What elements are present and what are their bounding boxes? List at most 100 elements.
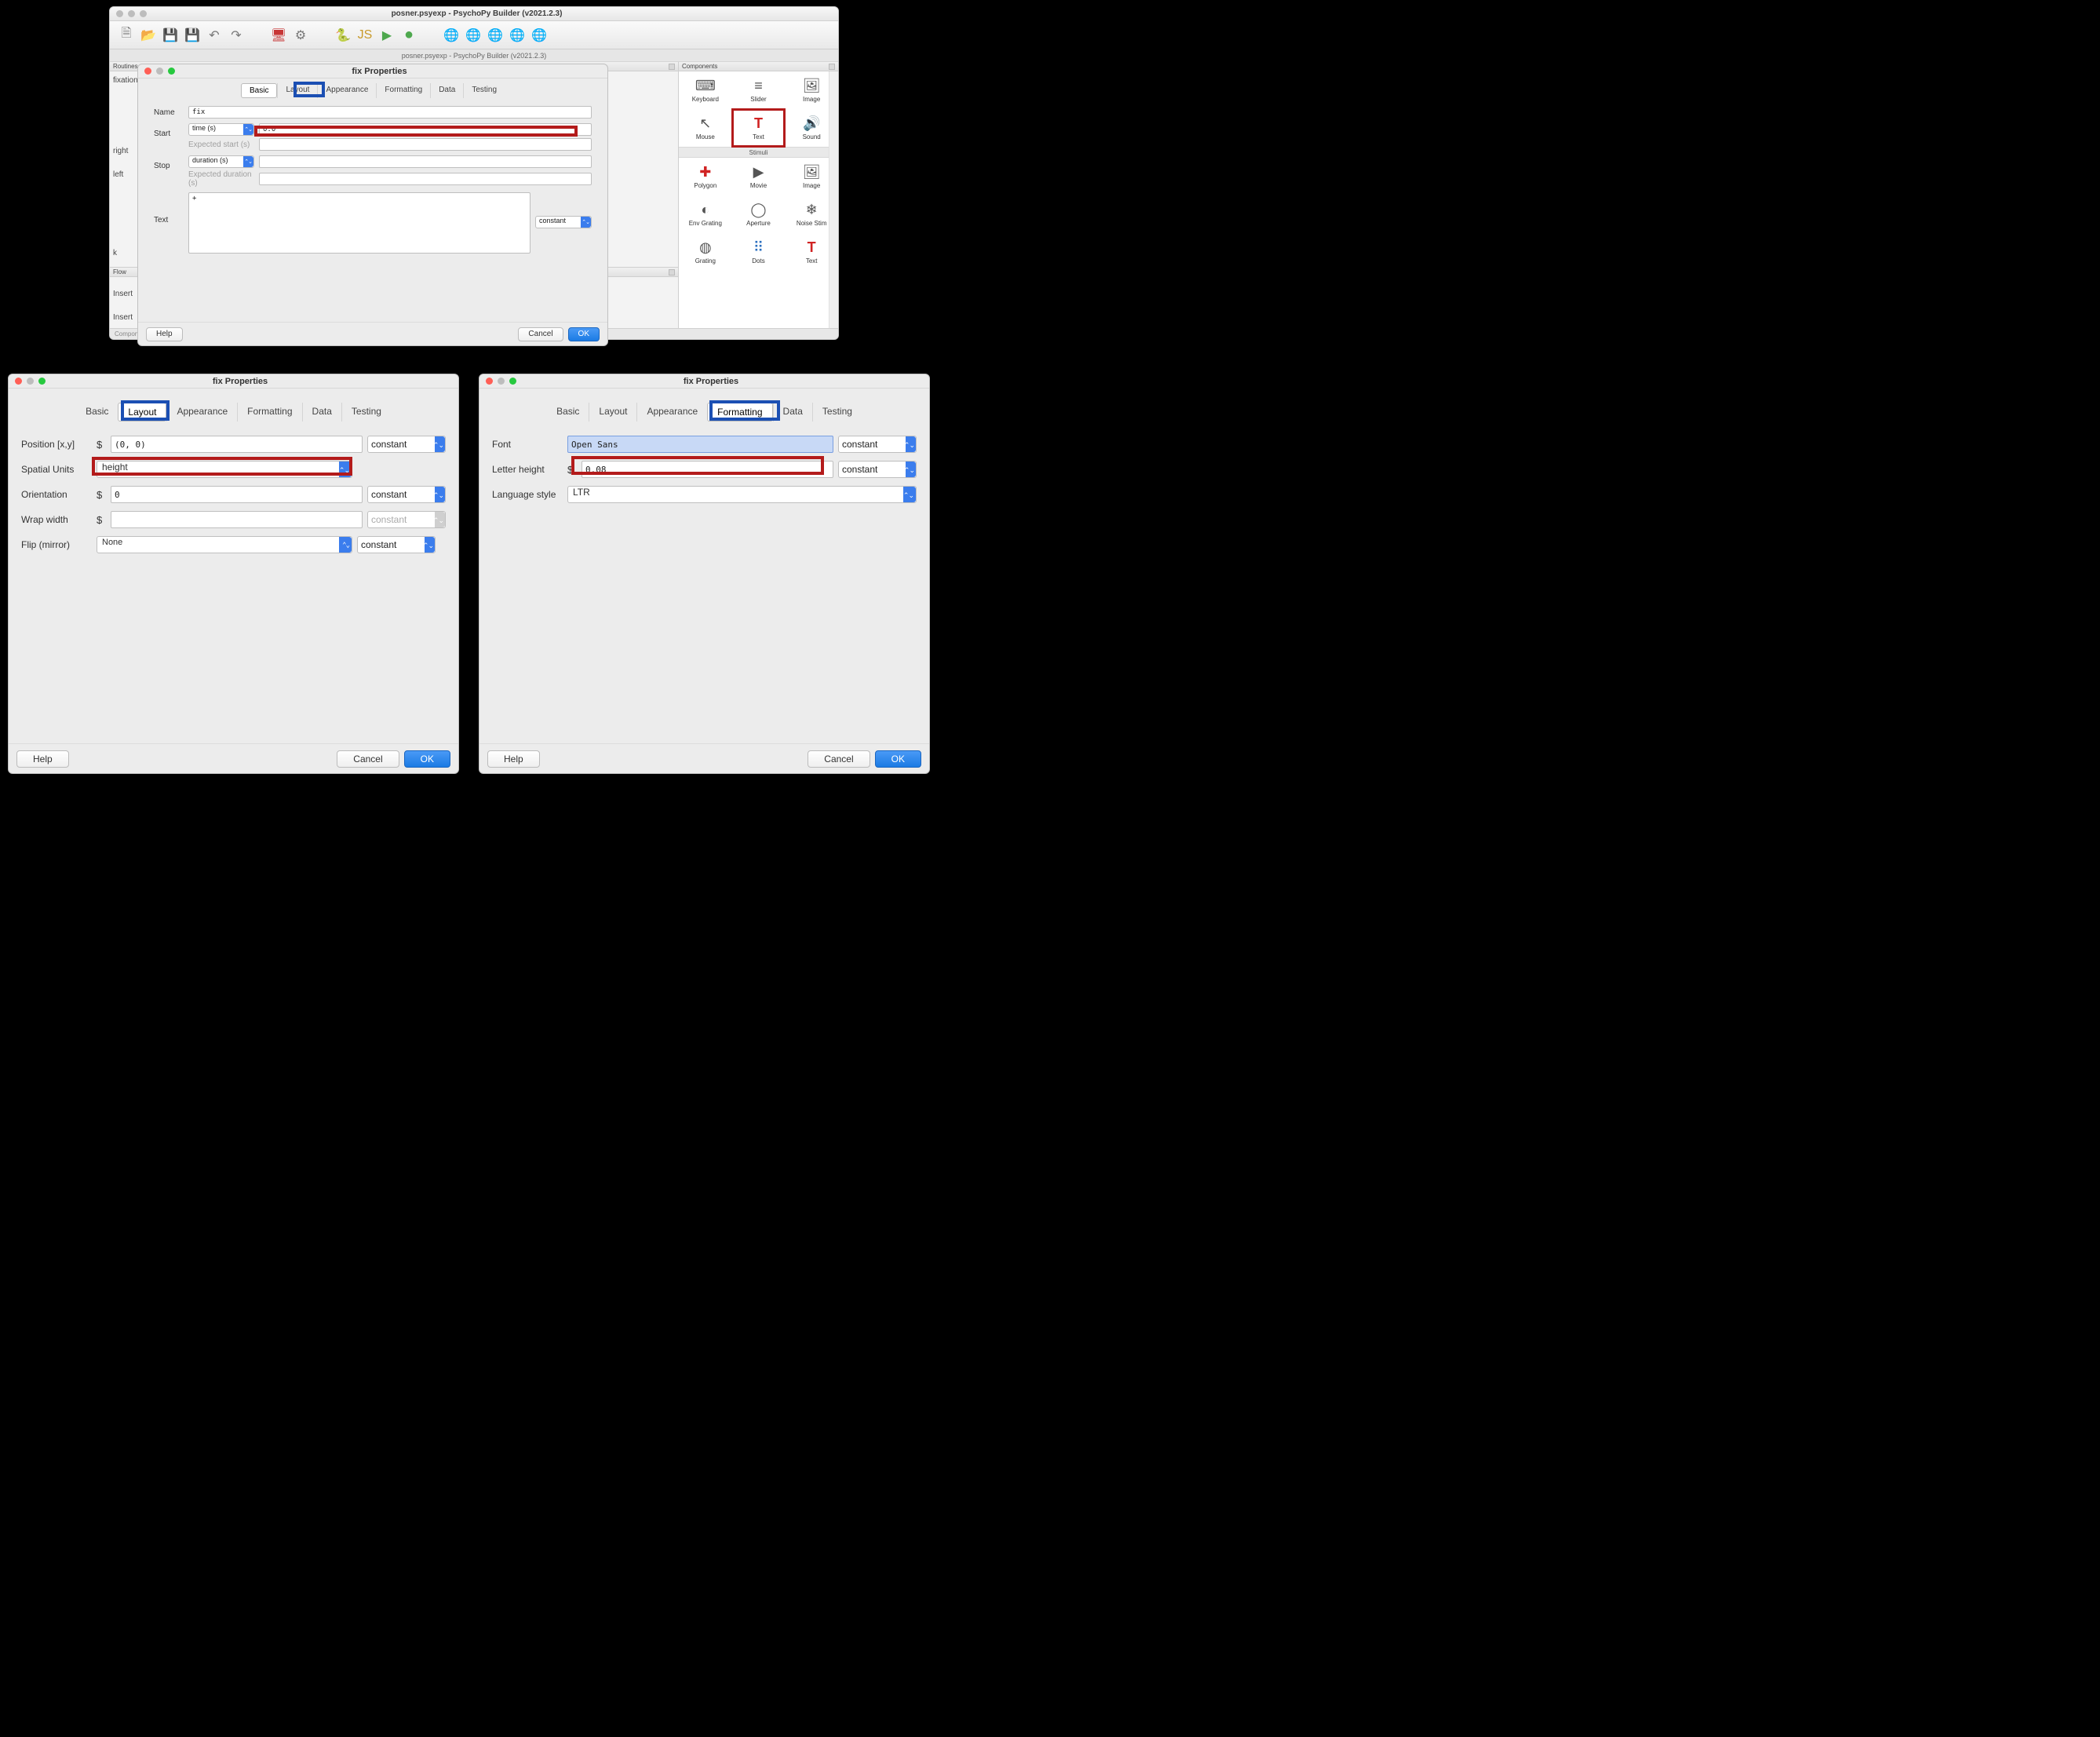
tab-data[interactable]: Data [773, 403, 812, 421]
component-movie[interactable]: ▶Movie [732, 158, 786, 195]
compile-py-icon[interactable]: 🐍 [334, 27, 352, 44]
components-scrollbar[interactable] [829, 71, 838, 328]
help-button[interactable]: Help [487, 750, 540, 768]
runner-icon[interactable]: ▶ [378, 27, 396, 44]
minimize-icon[interactable] [27, 378, 34, 385]
insert-loop-button[interactable]: Insert [113, 313, 133, 322]
tab-testing[interactable]: Testing [463, 83, 505, 98]
cancel-button[interactable]: Cancel [337, 750, 399, 768]
tab-layout[interactable]: Layout [589, 403, 636, 421]
wrap-input[interactable] [111, 511, 363, 528]
save-as-icon[interactable]: 💾 [184, 27, 201, 44]
wrap-update-select[interactable]: constant [367, 511, 446, 528]
settings-icon[interactable]: ⚙ [292, 27, 309, 44]
flip-select[interactable]: None [97, 536, 352, 553]
help-button[interactable]: Help [146, 327, 183, 341]
zoom-icon[interactable] [140, 10, 147, 17]
units-select[interactable]: height [97, 461, 352, 478]
minimize-icon[interactable] [498, 378, 505, 385]
text-update-select[interactable]: constant [535, 216, 592, 228]
tab-appearance[interactable]: Appearance [317, 83, 376, 98]
stop-value-input[interactable] [259, 155, 592, 168]
window-controls[interactable] [9, 378, 46, 385]
minimize-icon[interactable] [128, 10, 135, 17]
save-icon[interactable]: 💾 [162, 27, 179, 44]
redo-icon[interactable]: ↷ [228, 27, 245, 44]
tab-formatting[interactable]: Formatting [237, 403, 301, 421]
component-polygon[interactable]: ✚Polygon [679, 158, 732, 195]
tab-formatting[interactable]: Formatting [707, 403, 772, 421]
name-input[interactable] [188, 106, 592, 119]
run-icon[interactable]: ● [400, 27, 417, 44]
stop-unit-select[interactable]: duration (s) [188, 155, 254, 168]
tab-testing[interactable]: Testing [812, 403, 862, 421]
window-controls[interactable] [110, 10, 147, 17]
zoom-icon[interactable] [509, 378, 516, 385]
tab-basic[interactable]: Basic [547, 403, 589, 421]
help-button[interactable]: Help [16, 750, 69, 768]
panel-toggle-icon[interactable] [669, 64, 675, 70]
globe-3-icon[interactable]: 🌐 [487, 27, 504, 44]
insert-routine-button[interactable]: Insert [113, 290, 133, 298]
position-update-select[interactable]: constant [367, 436, 446, 453]
text-content-input[interactable] [188, 192, 530, 254]
expected-duration-input[interactable] [259, 173, 592, 185]
window-controls[interactable] [138, 68, 175, 75]
orientation-input[interactable] [111, 486, 363, 503]
component-aperture[interactable]: ◯Aperture [732, 195, 786, 233]
component-grating[interactable]: ◍Grating [679, 233, 732, 271]
panel-toggle-icon[interactable] [829, 64, 835, 70]
close-icon[interactable] [15, 378, 22, 385]
tab-data[interactable]: Data [302, 403, 341, 421]
tab-formatting[interactable]: Formatting [376, 83, 430, 98]
new-file-icon[interactable]: 🗎 [118, 27, 135, 44]
open-file-icon[interactable]: 📂 [140, 27, 157, 44]
close-icon[interactable] [144, 68, 151, 75]
component-text[interactable]: TText [732, 109, 786, 147]
zoom-icon[interactable] [38, 378, 46, 385]
tab-layout[interactable]: Layout [118, 403, 166, 421]
component-slider[interactable]: ≡Slider [732, 71, 786, 109]
tab-basic[interactable]: Basic [241, 83, 277, 98]
ok-button[interactable]: OK [568, 327, 600, 341]
flip-update-select[interactable]: constant [357, 536, 436, 553]
ok-button[interactable]: OK [404, 750, 450, 768]
language-style-select[interactable]: LTR [567, 486, 917, 503]
tab-data[interactable]: Data [430, 83, 463, 98]
globe-4-icon[interactable]: 🌐 [509, 27, 526, 44]
undo-icon[interactable]: ↶ [206, 27, 223, 44]
zoom-icon[interactable] [168, 68, 175, 75]
close-icon[interactable] [486, 378, 493, 385]
component-env-grating[interactable]: ◐Env Grating [679, 195, 732, 233]
component-dots[interactable]: ⠿Dots [732, 233, 786, 271]
tab-appearance[interactable]: Appearance [636, 403, 707, 421]
tab-layout[interactable]: Layout [277, 83, 317, 98]
cancel-button[interactable]: Cancel [808, 750, 870, 768]
minimize-icon[interactable] [156, 68, 163, 75]
compile-js-icon[interactable]: JS [356, 27, 374, 44]
start-value-input[interactable] [259, 123, 592, 136]
globe-2-icon[interactable]: 🌐 [465, 27, 482, 44]
monitor-icon[interactable]: 🖥 [270, 27, 287, 44]
globe-5-icon[interactable]: 🌐 [530, 27, 548, 44]
orientation-update-select[interactable]: constant [367, 486, 446, 503]
start-label: Start [154, 123, 184, 138]
font-input[interactable] [567, 436, 833, 453]
start-unit-select[interactable]: time (s) [188, 123, 254, 136]
cancel-button[interactable]: Cancel [518, 327, 563, 341]
ok-button[interactable]: OK [875, 750, 921, 768]
tab-appearance[interactable]: Appearance [166, 403, 237, 421]
window-controls[interactable] [479, 378, 516, 385]
expected-start-input[interactable] [259, 138, 592, 151]
tab-basic[interactable]: Basic [76, 403, 118, 421]
close-icon[interactable] [116, 10, 123, 17]
position-input[interactable] [111, 436, 363, 453]
panel-toggle-icon[interactable] [669, 269, 675, 276]
letter-height-input[interactable] [582, 461, 833, 478]
component-keyboard[interactable]: ⌨Keyboard [679, 71, 732, 109]
letter-height-update-select[interactable]: constant [838, 461, 917, 478]
tab-testing[interactable]: Testing [341, 403, 391, 421]
font-update-select[interactable]: constant [838, 436, 917, 453]
globe-1-icon[interactable]: 🌐 [443, 27, 460, 44]
component-mouse[interactable]: ↖Mouse [679, 109, 732, 147]
